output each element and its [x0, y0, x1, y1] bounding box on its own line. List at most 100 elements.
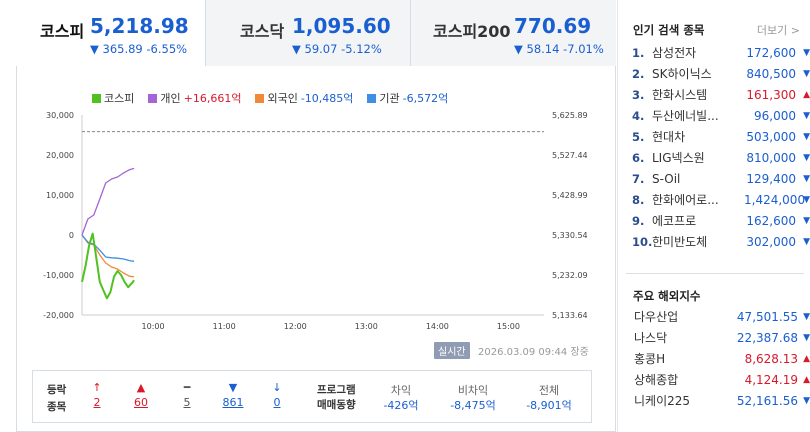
popular-item[interactable]: 7. S-Oil 129,400 ▼: [632, 168, 810, 189]
triangle-up-icon: ▲: [803, 89, 810, 100]
fall-icon: ▼: [228, 381, 238, 394]
overseas-item[interactable]: 니케이225 52,161.56 ▼: [634, 390, 810, 411]
index-price: 4,124.19: [744, 372, 798, 387]
chart-datetime: 2026.03.09 09:44 장중: [478, 347, 589, 358]
y-left-tick-label: 0: [69, 231, 74, 240]
tab-kosdaq[interactable]: 코스닥 1,095.60 ▼ 59.07 -5.12%: [206, 0, 411, 66]
tab-kospi200[interactable]: 코스피200 770.69 ▼ 58.14 -7.01%: [411, 0, 616, 66]
individual-line: [81, 167, 135, 236]
overseas-item[interactable]: 나스닥 22,387.68 ▼: [634, 327, 810, 348]
stats-label-updown: 등락: [47, 384, 67, 396]
tab-value: 5,218.98: [90, 14, 189, 38]
popular-item[interactable]: 4. 두산에너빌... 96,000 ▼: [632, 105, 810, 126]
stock-name: SK하이닉스: [652, 67, 712, 81]
triangle-down-icon: ▼: [803, 131, 810, 142]
breadth-fall[interactable]: ▼ 861: [217, 381, 249, 409]
index-price: 52,161.56: [736, 393, 798, 408]
index-name: 홍콩H: [634, 352, 666, 366]
breadth-upper-limit[interactable]: ↑ 2: [83, 381, 111, 409]
program-head: 차익: [390, 384, 412, 397]
x-tick-label: 13:00: [355, 322, 378, 331]
overseas-item[interactable]: 다우산업 47,501.55 ▼: [634, 306, 810, 327]
y-left-tick-label: 10,000: [46, 191, 74, 200]
rank-number: 8.: [632, 192, 645, 207]
stock-price: 96,000: [754, 108, 796, 123]
stock-price: 162,600: [746, 213, 796, 228]
rank-number: 4.: [632, 108, 645, 123]
stock-price: 172,600: [746, 45, 796, 60]
more-link[interactable]: 더보기 >: [757, 22, 800, 38]
y-left-tick-label: -20,000: [43, 311, 74, 320]
stock-price: 1,424,000: [744, 192, 806, 207]
kospi-line: [81, 232, 135, 300]
intraday-chart: 30,000 20,000 10,000 0 -10,000 -20,000 5,625.8…: [43, 111, 588, 331]
triangle-down-icon: ▼: [803, 68, 810, 79]
overseas-item[interactable]: 상해종합 4,124.19 ▲: [634, 369, 810, 390]
stock-name: S-Oil: [652, 171, 681, 186]
index-name: 나스닥: [634, 331, 668, 345]
y-right-tick-label: 5,330.54: [552, 231, 588, 240]
index-price: 47,501.55: [736, 309, 798, 324]
stock-price: 840,500: [746, 66, 796, 81]
tab-value: 1,095.60: [292, 14, 391, 38]
y-right-tick-label: 5,527.44: [552, 151, 588, 160]
popular-item[interactable]: 10. 한미반도체 302,000 ▼: [632, 231, 810, 252]
x-tick-label: 15:00: [497, 322, 520, 331]
index-name: 상해종합: [634, 373, 679, 387]
rise-icon: ▲: [136, 381, 146, 394]
program-label-line2: 매매동향: [317, 399, 356, 411]
stock-price: 161,300: [746, 87, 796, 102]
program-trading-label: 프로그램 매매동향: [317, 383, 356, 413]
overseas-item[interactable]: 홍콩H 8,628.13 ▲: [634, 348, 810, 369]
breadth-value: 60: [134, 396, 148, 409]
breadth-flat[interactable]: ━ 5: [173, 381, 201, 409]
index-name: 니케이225: [634, 394, 691, 408]
triangle-down-icon: ▼: [803, 215, 810, 226]
institution-line: [81, 234, 135, 262]
x-tick-label: 10:00: [142, 322, 165, 331]
flat-icon: ━: [183, 381, 191, 394]
popular-item[interactable]: 5. 현대차 503,000 ▼: [632, 126, 810, 147]
more-label: 더보기: [756, 24, 788, 37]
tab-change: ▼ 365.89 -6.55%: [90, 42, 188, 56]
rank-number: 10.: [632, 234, 653, 249]
x-tick-label: 14:00: [426, 322, 449, 331]
triangle-up-icon: ▲: [803, 374, 810, 385]
index-tabs: 코스피 5,218.98 ▼ 365.89 -6.55% 코스닥 1,095.6…: [16, 0, 616, 66]
popular-item[interactable]: 9. 에코프로 162,600 ▼: [632, 210, 810, 231]
overseas-title: 주요 해외지수: [633, 289, 701, 303]
rank-number: 2.: [632, 66, 645, 81]
stock-name: 두산에너빌...: [652, 109, 719, 123]
popular-item[interactable]: 8. 한화에어로... 1,424,000 ▼: [632, 189, 810, 210]
triangle-down-icon: ▼: [803, 152, 810, 163]
stock-name: 한화시스템: [652, 88, 708, 102]
breadth-rise[interactable]: ▲ 60: [127, 381, 155, 409]
stock-price: 810,000: [746, 150, 796, 165]
triangle-down-icon: ▼: [803, 395, 810, 406]
triangle-down-icon: ▼: [803, 47, 810, 58]
program-head: 전체: [538, 384, 560, 397]
market-index-panel: 코스피 5,218.98 ▼ 365.89 -6.55% 코스닥 1,095.6…: [0, 0, 616, 432]
stock-price: 503,000: [746, 129, 796, 144]
stats-label-items: 종목: [47, 401, 67, 413]
popular-item[interactable]: 1. 삼성전자 172,600 ▼: [632, 42, 810, 63]
program-value: -426억: [383, 399, 419, 412]
rank-number: 6.: [632, 150, 645, 165]
stock-name: LIG넥스원: [652, 151, 705, 165]
popular-item[interactable]: 3. 한화시스템 161,300 ▲: [632, 84, 810, 105]
x-tick-label: 12:00: [284, 322, 307, 331]
popular-item[interactable]: 2. SK하이닉스 840,500 ▼: [632, 63, 810, 84]
y-left-tick-label: 30,000: [46, 111, 74, 120]
triangle-down-icon: ▼: [803, 194, 810, 205]
rank-number: 5.: [632, 129, 645, 144]
index-price: 22,387.68: [736, 330, 798, 345]
stock-name: 에코프로: [652, 214, 697, 228]
breadth-lower-limit[interactable]: ↓ 0: [263, 381, 291, 409]
y-left-tick-label: -10,000: [43, 271, 74, 280]
stock-price: 302,000: [746, 234, 796, 249]
tab-kospi[interactable]: 코스피 5,218.98 ▼ 365.89 -6.55%: [16, 0, 206, 66]
sidebar-divider: [626, 273, 804, 274]
popular-item[interactable]: 6. LIG넥스원 810,000 ▼: [632, 147, 810, 168]
realtime-badge[interactable]: 실시간: [434, 342, 470, 359]
triangle-down-icon: ▼: [803, 332, 810, 343]
